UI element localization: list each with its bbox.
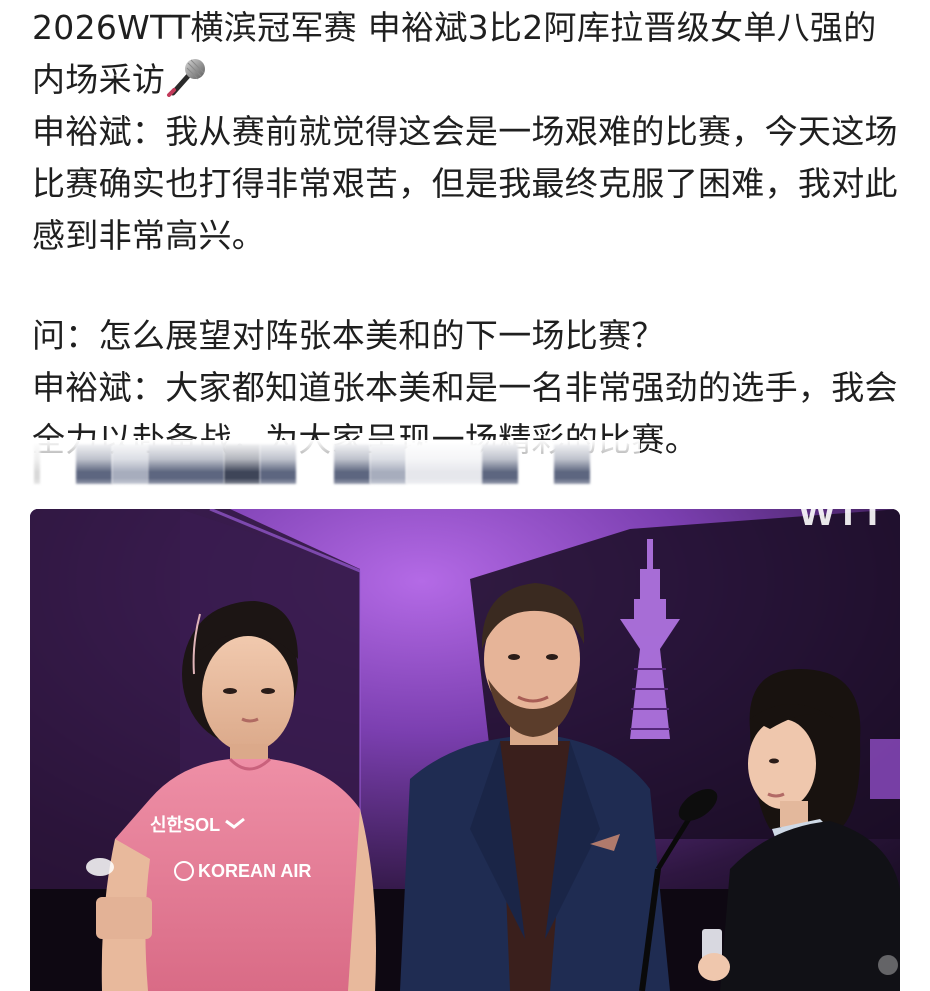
wtt-logo: WTT bbox=[798, 509, 885, 534]
microphone-icon bbox=[167, 59, 206, 97]
interview-photo: WTT 신한SOL KOREAN AIR bbox=[30, 509, 900, 991]
post-headline: 2026WTT横滨冠军赛 申裕斌3比2阿库拉晋级女单八强的内场采访 bbox=[32, 8, 877, 99]
answer-1: 申裕斌：我从赛前就觉得这会是一场艰难的比赛，今天这场比赛确实也打得非常艰苦，但是… bbox=[32, 112, 898, 255]
post-text: 2026WTT横滨冠军赛 申裕斌3比2阿库拉晋级女单八强的内场采访 申裕斌：我从… bbox=[32, 2, 908, 466]
shirt-sponsor-top: 신한SOL bbox=[150, 815, 220, 835]
question: 问：怎么展望对阵张本美和的下一场比赛？ bbox=[32, 316, 665, 355]
shirt-sponsor-main: KOREAN AIR bbox=[198, 861, 311, 881]
